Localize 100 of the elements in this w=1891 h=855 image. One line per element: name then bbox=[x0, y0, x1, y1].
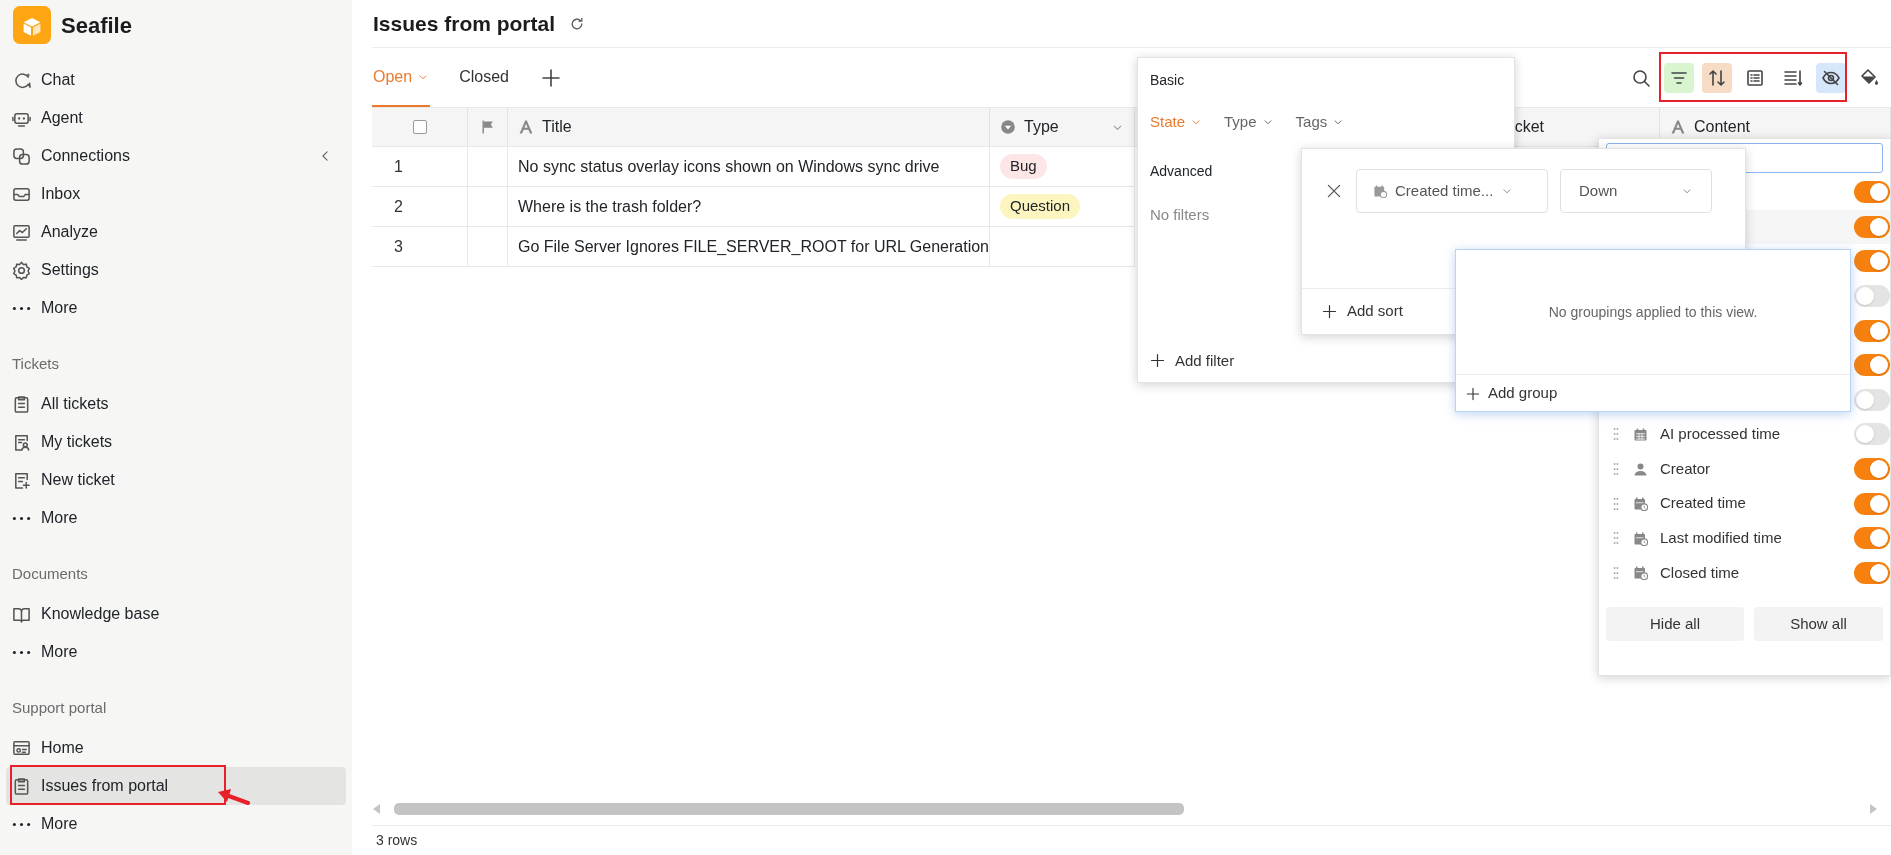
column-header: Title bbox=[542, 117, 573, 137]
column-name: Creator bbox=[1660, 458, 1712, 479]
visibility-toggle[interactable] bbox=[1854, 561, 1890, 584]
document-plus-icon bbox=[12, 470, 31, 490]
user-document-icon bbox=[12, 432, 31, 452]
chart-icon bbox=[12, 222, 31, 242]
clipboard-icon bbox=[12, 394, 31, 414]
sidebar-item[interactable]: Chat bbox=[6, 61, 346, 99]
add-sort-button[interactable]: Add sort bbox=[1322, 300, 1403, 323]
drag-handle-icon bbox=[1611, 496, 1621, 511]
clipboard-icon bbox=[12, 776, 31, 796]
link-icon bbox=[12, 146, 31, 166]
row-number: 3 bbox=[394, 236, 403, 257]
paint-bucket-icon bbox=[1859, 67, 1879, 88]
more-icon bbox=[12, 515, 31, 521]
plus-icon bbox=[540, 67, 561, 88]
row-height-icon bbox=[1783, 67, 1803, 88]
visibility-toggle[interactable] bbox=[1854, 181, 1890, 204]
settings-icon bbox=[12, 260, 31, 280]
more-icon bbox=[12, 305, 31, 311]
visibility-toggle[interactable] bbox=[1854, 423, 1890, 446]
text-type-icon bbox=[1670, 119, 1686, 135]
section-heading: Basic bbox=[1150, 71, 1185, 90]
drag-handle-icon bbox=[1611, 531, 1621, 546]
empty-message: No filters bbox=[1150, 205, 1210, 225]
brand-name: Seafile bbox=[61, 11, 132, 40]
show-all-button[interactable]: Show all bbox=[1753, 607, 1883, 642]
section-heading: Support portal bbox=[12, 699, 107, 716]
sidebar-item[interactable]: Connections bbox=[6, 137, 346, 175]
row-number: 2 bbox=[394, 196, 403, 217]
type-tag: Bug bbox=[1000, 154, 1047, 179]
row-number: 1 bbox=[394, 156, 403, 177]
column-name: Last modified time bbox=[1660, 528, 1783, 548]
sidebar-item[interactable]: More bbox=[6, 499, 346, 537]
sidebar-item[interactable]: Analyze bbox=[6, 213, 346, 251]
list-form-icon bbox=[1745, 67, 1765, 88]
toolbar-button[interactable] bbox=[1816, 62, 1846, 93]
column-name: AI processed time bbox=[1660, 424, 1782, 445]
table-cell-text: Where is the trash folder? bbox=[518, 196, 702, 217]
visibility-toggle[interactable] bbox=[1854, 527, 1890, 550]
drag-handle-icon bbox=[1611, 427, 1621, 442]
more-icon bbox=[12, 649, 31, 655]
table-cell-text: No sync status overlay icons shown on Windows sync drive bbox=[518, 156, 940, 177]
drag-handle-icon bbox=[1611, 462, 1621, 477]
calendar-icon bbox=[1633, 426, 1648, 442]
calendar-clock-icon bbox=[1633, 565, 1648, 581]
add-filter-button[interactable]: Add filter bbox=[1150, 349, 1235, 372]
select-all-checkbox[interactable] bbox=[412, 120, 427, 134]
sidebar-item[interactable]: Settings bbox=[6, 251, 346, 289]
add-group-button[interactable]: Add group bbox=[1466, 382, 1558, 405]
text-type-icon bbox=[518, 119, 534, 135]
view-tab[interactable]: Closed bbox=[458, 48, 510, 107]
pointer-arrow-icon bbox=[216, 788, 250, 808]
plus-icon bbox=[1466, 386, 1480, 401]
logo-icon bbox=[13, 6, 51, 44]
sidebar-item[interactable]: More bbox=[6, 289, 346, 327]
toolbar-button[interactable] bbox=[1702, 62, 1732, 93]
person-icon bbox=[1633, 461, 1648, 477]
empty-message: No groupings applied to this view. bbox=[1548, 302, 1758, 322]
visibility-toggle[interactable] bbox=[1854, 250, 1890, 273]
visibility-toggle[interactable] bbox=[1854, 388, 1890, 411]
table-cell-text: Go File Server Ignores FILE_SERVER_ROOT for URL Generation bbox=[518, 236, 989, 257]
sidebar-item[interactable]: All tickets bbox=[6, 385, 346, 423]
section-heading: Tickets bbox=[12, 355, 59, 372]
visibility-toggle[interactable] bbox=[1854, 492, 1890, 515]
flag-icon bbox=[479, 119, 496, 135]
hide-all-button[interactable]: Hide all bbox=[1606, 607, 1744, 642]
sidebar-item[interactable]: Agent bbox=[6, 99, 346, 137]
sidebar-item[interactable]: My tickets bbox=[6, 423, 346, 461]
sort-order-select[interactable]: Down bbox=[1560, 169, 1712, 213]
single-select-icon bbox=[1000, 119, 1016, 135]
filter-dropdown[interactable]: Type bbox=[1224, 110, 1274, 134]
visibility-toggle[interactable] bbox=[1854, 215, 1890, 238]
sidebar-item[interactable]: More bbox=[6, 633, 346, 671]
sort-field-select[interactable]: Created time... bbox=[1356, 169, 1548, 213]
sidebar-item[interactable]: Knowledge base bbox=[6, 595, 346, 633]
visibility-toggle[interactable] bbox=[1854, 319, 1890, 342]
sidebar-item[interactable]: New ticket bbox=[6, 461, 346, 499]
sidebar-item[interactable]: Inbox bbox=[6, 175, 346, 213]
calendar-clock-icon bbox=[1633, 530, 1648, 546]
section-heading: Documents bbox=[12, 565, 88, 582]
sidebar-item[interactable]: Issues from portal bbox=[6, 767, 346, 805]
toolbar-button[interactable] bbox=[1664, 62, 1694, 93]
search-icon bbox=[1631, 67, 1651, 88]
filter-dropdown[interactable]: Tags bbox=[1295, 110, 1345, 134]
visibility-toggle[interactable] bbox=[1854, 458, 1890, 481]
section-heading: Advanced bbox=[1150, 162, 1213, 181]
page-title: Issues from portal bbox=[373, 10, 556, 37]
sidebar-item[interactable]: More bbox=[6, 805, 346, 843]
drag-handle-icon bbox=[1611, 565, 1621, 580]
column-header: Type bbox=[1024, 117, 1060, 137]
visibility-toggle[interactable] bbox=[1854, 285, 1890, 308]
calendar-clock-icon bbox=[1633, 496, 1648, 512]
sidebar-item[interactable]: Home bbox=[6, 729, 346, 767]
more-icon bbox=[12, 821, 31, 827]
calendar-clock-icon bbox=[1373, 184, 1387, 198]
visibility-toggle[interactable] bbox=[1854, 354, 1890, 377]
column-name: Closed time bbox=[1660, 562, 1741, 583]
sort-icon bbox=[1707, 67, 1727, 88]
type-tag: Question bbox=[1000, 194, 1081, 219]
